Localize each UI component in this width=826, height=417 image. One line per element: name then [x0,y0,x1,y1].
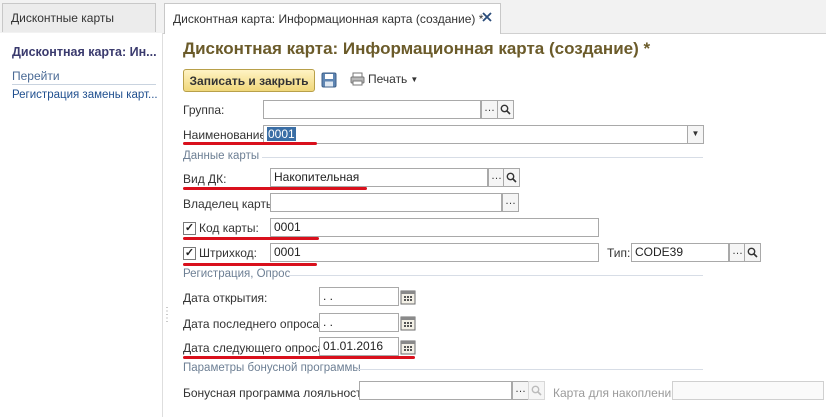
owner-label: Владелец карты: [183,197,278,211]
annotation-underline [183,237,319,240]
printer-icon [350,72,365,86]
card-code-label: Код карты: [199,221,259,235]
navigation-panel: Дисконтная карта: Ин... Перейти Регистра… [0,33,163,417]
tab-label: Дисконтная карта: Информационная карта (… [173,12,484,26]
search-icon [747,247,758,258]
group-label: Группа: [183,103,225,117]
tab-discount-card-create[interactable]: Дисконтная карта: Информационная карта (… [164,3,501,34]
annotation-underline [183,263,317,266]
page-title: Дисконтная карта: Информационная карта (… [183,39,651,58]
name-value: 0001 [267,127,296,141]
next-survey-date-field[interactable]: 01.01.2016 [319,337,399,356]
section-divider [262,157,703,158]
bonus-program-label: Бонусная программа лояльности: [183,386,372,400]
name-field[interactable]: 0001 [263,125,690,144]
barcode-label: Штрихкод: [199,246,258,260]
nav-panel-title: Дисконтная карта: Ин... [12,45,157,59]
barcode-checkbox[interactable]: ✓ [183,247,196,260]
group-search-button[interactable] [497,100,514,119]
card-type-label: Вид ДК: [183,172,227,186]
owner-field[interactable] [270,193,502,212]
chevron-down-icon: ▼ [410,74,419,84]
bonus-program-select-button[interactable]: … [512,381,529,400]
panel-splitter-handle[interactable]: ⋮ ⋮ [162,307,172,338]
card-type-search-button[interactable] [503,168,520,187]
group-select-button[interactable]: … [481,100,498,119]
open-date-field[interactable]: . . [319,287,399,306]
calendar-icon[interactable] [400,315,416,331]
save-icon[interactable] [321,72,337,88]
card-code-checkbox[interactable]: ✓ [183,222,196,235]
search-icon [500,104,511,115]
nav-link-card-replacement[interactable]: Регистрация замены карт... [12,89,158,101]
owner-select-button[interactable]: … [502,193,519,212]
search-icon [531,385,542,396]
annotation-underline [183,142,317,145]
section-divider [357,369,703,370]
bonus-program-search-button[interactable] [528,381,545,400]
card-code-field[interactable]: 0001 [270,218,599,237]
tab-discount-cards[interactable]: Дисконтные карты [2,3,156,32]
accum-card-label: Карта для накоплений: [553,386,682,400]
tab-label: Дисконтные карты [11,11,114,25]
name-label: Наименование: [183,128,270,142]
annotation-underline [183,187,367,190]
print-label: Печать [368,72,408,86]
annotation-underline [183,356,415,359]
open-date-label: Дата открытия: [183,291,268,305]
nav-goto-header: Перейти [12,69,156,85]
chevron-down-icon: ▼ [691,129,700,138]
search-icon [506,172,517,183]
last-survey-date-label: Дата последнего опроса: [183,317,323,331]
section-registration: Регистрация, Опрос [183,268,291,280]
barcode-type-field[interactable]: CODE39 [631,243,729,262]
barcode-field[interactable]: 0001 [270,243,599,262]
accum-card-field[interactable] [672,381,824,400]
calendar-icon[interactable] [400,339,416,355]
next-survey-date-label: Дата следующего опроса: [183,341,328,355]
close-icon[interactable] [480,10,494,24]
card-type-field[interactable]: Накопительная [270,168,488,187]
barcode-type-search-button[interactable] [744,243,761,262]
tab-strip: Дисконтные карты Дисконтная карта: Инфор… [0,0,826,34]
save-and-close-button[interactable]: Записать и закрыть [183,69,315,92]
name-dropdown-button[interactable]: ▼ [687,125,704,144]
last-survey-date-field[interactable]: . . [319,313,399,332]
barcode-type-label: Тип: [607,246,631,260]
section-bonus-program: Параметры бонусной программы [183,362,361,374]
calendar-icon[interactable] [400,289,416,305]
section-card-data: Данные карты [183,150,260,162]
group-field[interactable] [263,100,481,119]
print-button[interactable]: Печать ▼ [350,72,418,86]
section-divider [288,275,703,276]
bonus-program-field[interactable] [359,381,512,400]
